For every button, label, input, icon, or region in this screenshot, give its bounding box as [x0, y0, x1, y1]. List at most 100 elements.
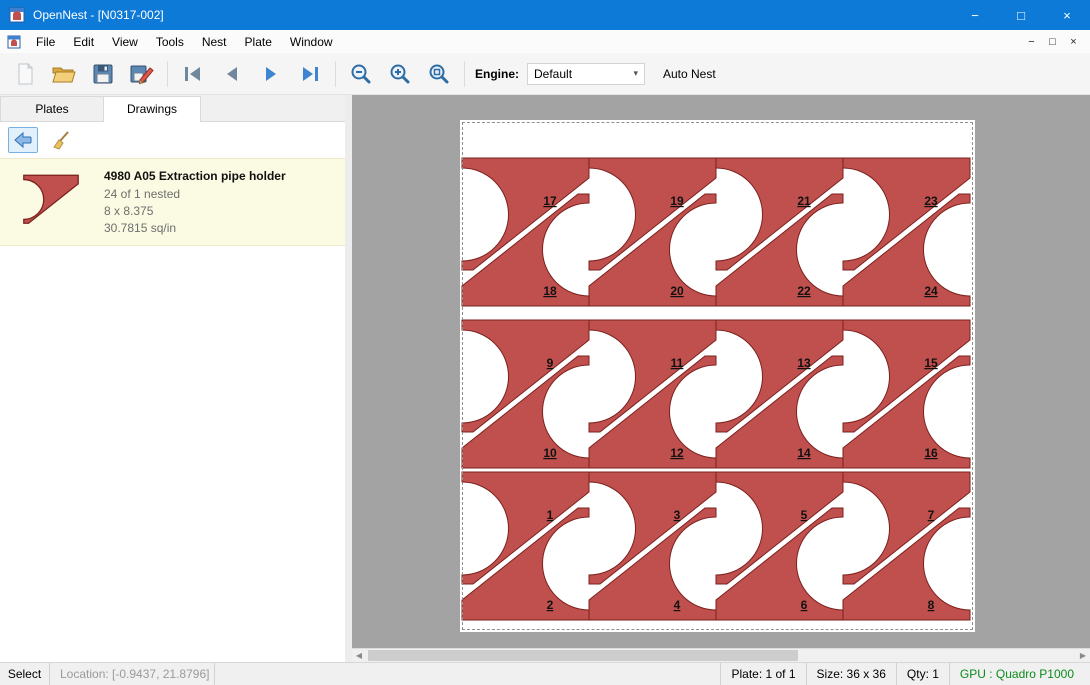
scroll-left-icon[interactable]: ◀ — [352, 649, 366, 662]
part-number-label: 7 — [928, 508, 935, 522]
nest-pair: 2122 — [716, 158, 843, 306]
toolbar-separator — [464, 61, 465, 87]
nest-pair: 34 — [589, 472, 716, 620]
nest-pair: 9 10 — [462, 320, 589, 468]
menu-view[interactable]: View — [103, 32, 147, 52]
part-number-label: 4 — [674, 598, 681, 612]
zoom-in-button[interactable] — [385, 59, 415, 89]
sidebar-toolbar — [0, 122, 345, 158]
part-number-label: 8 — [928, 598, 935, 612]
main-toolbar: Engine: Default ▾ Auto Nest — [0, 53, 1090, 95]
save-floppy-icon — [91, 62, 115, 86]
tab-plates[interactable]: Plates — [0, 96, 104, 121]
minimize-button[interactable]: − — [952, 0, 998, 30]
nest-pair: 1314 — [716, 320, 843, 468]
close-button[interactable]: × — [1044, 0, 1090, 30]
part-number-label: 15 — [924, 356, 938, 370]
part-number-label: 9 — [547, 356, 554, 370]
menu-nest[interactable]: Nest — [193, 32, 236, 52]
new-button[interactable] — [10, 59, 40, 89]
nest-pair: 1112 — [589, 320, 716, 468]
nest-pair: 56 — [716, 472, 843, 620]
part-number-label: 3 — [674, 508, 681, 522]
nest-pair: 78 — [843, 472, 970, 620]
part-number-label: 19 — [670, 194, 684, 208]
back-arrow-icon — [13, 131, 33, 149]
part-number-label: 18 — [543, 284, 557, 298]
next-plate-button[interactable] — [256, 59, 286, 89]
scroll-right-icon[interactable]: ▶ — [1076, 649, 1090, 662]
nest-pair: 1516 — [843, 320, 970, 468]
save-drawing-button[interactable] — [127, 59, 157, 89]
first-arrow-icon — [181, 63, 205, 85]
zoom-extents-button[interactable] — [424, 59, 454, 89]
mdi-close-button[interactable]: × — [1063, 36, 1084, 48]
app-icon — [9, 7, 25, 23]
panel-splitter[interactable] — [345, 95, 352, 662]
drawing-nested-count: 24 of 1 nested — [104, 186, 286, 203]
menu-plate[interactable]: Plate — [236, 32, 281, 52]
menu-window[interactable]: Window — [281, 32, 342, 52]
nest-drawing: 171819202122232491011121314151612345678 — [460, 120, 975, 632]
part-number-label: 16 — [924, 446, 938, 460]
drawing-area: 30.7815 sq/in — [104, 220, 286, 237]
drawing-title: 4980 A05 Extraction pipe holder — [104, 168, 286, 185]
zoom-out-icon — [349, 62, 373, 86]
tab-drawings[interactable]: Drawings — [103, 96, 201, 122]
status-location: Location: [-0.9437, 21.8796] — [50, 663, 215, 685]
part-number-label: 17 — [543, 194, 557, 208]
part-number-label: 1 — [547, 508, 554, 522]
status-gpu: GPU : Quadro P1000 — [949, 663, 1090, 685]
toolbar-separator — [167, 61, 168, 87]
engine-select[interactable]: Default ▾ — [527, 63, 645, 85]
engine-selected-value: Default — [534, 67, 572, 81]
part-number-label: 22 — [797, 284, 811, 298]
nest-pair: 1718 — [462, 158, 589, 306]
status-qty: Qty: 1 — [896, 663, 949, 685]
drawing-thumbnail — [22, 168, 80, 237]
zoom-extents-icon — [427, 62, 451, 86]
status-plate: Plate: 1 of 1 — [720, 663, 805, 685]
open-button[interactable] — [49, 59, 79, 89]
chevron-down-icon: ▾ — [633, 68, 638, 79]
part-number-label: 2 — [547, 598, 554, 612]
part-thumbnail-shape — [22, 168, 80, 234]
nest-pair: 1920 — [589, 158, 716, 306]
drawing-list-item[interactable]: 4980 A05 Extraction pipe holder 24 of 1 … — [0, 158, 345, 246]
part-number-label: 23 — [924, 194, 938, 208]
part-number-label: 24 — [924, 284, 938, 298]
menu-edit[interactable]: Edit — [64, 32, 103, 52]
scrollbar-thumb[interactable] — [368, 650, 798, 661]
auto-nest-button[interactable]: Auto Nest — [663, 67, 716, 81]
mdi-minimize-button[interactable]: − — [1021, 36, 1042, 48]
menu-tools[interactable]: Tools — [147, 32, 193, 52]
title-bar: OpenNest - [N0317-002] − □ × — [0, 0, 1090, 30]
part-number-label: 12 — [670, 446, 684, 460]
new-icon — [13, 62, 37, 86]
nest-canvas[interactable]: 171819202122232491011121314151612345678 … — [352, 95, 1090, 662]
menu-bar: File Edit View Tools Nest Plate Window −… — [0, 30, 1090, 53]
back-button[interactable] — [8, 127, 38, 153]
status-size: Size: 36 x 36 — [806, 663, 896, 685]
first-plate-button[interactable] — [178, 59, 208, 89]
maximize-button[interactable]: □ — [998, 0, 1044, 30]
horizontal-scrollbar[interactable]: ◀ ▶ — [352, 648, 1090, 662]
nest-pair: 12 — [462, 472, 589, 620]
sidebar: Plates Drawings 498 — [0, 95, 345, 662]
mdi-restore-button[interactable]: □ — [1042, 36, 1063, 48]
zoom-in-icon — [388, 62, 412, 86]
status-mode: Select — [0, 663, 50, 685]
zoom-out-button[interactable] — [346, 59, 376, 89]
plate: 171819202122232491011121314151612345678 — [460, 120, 975, 632]
sidebar-tabstrip: Plates Drawings — [0, 95, 345, 122]
last-plate-button[interactable] — [295, 59, 325, 89]
save-button[interactable] — [88, 59, 118, 89]
part-number-label: 6 — [801, 598, 808, 612]
engine-label: Engine: — [475, 67, 519, 81]
previous-plate-button[interactable] — [217, 59, 247, 89]
mdi-child-icon — [7, 35, 21, 49]
nest-pair: 23 24 — [843, 158, 970, 306]
clean-button[interactable] — [46, 127, 76, 153]
menu-file[interactable]: File — [27, 32, 64, 52]
part-number-label: 10 — [543, 446, 557, 460]
